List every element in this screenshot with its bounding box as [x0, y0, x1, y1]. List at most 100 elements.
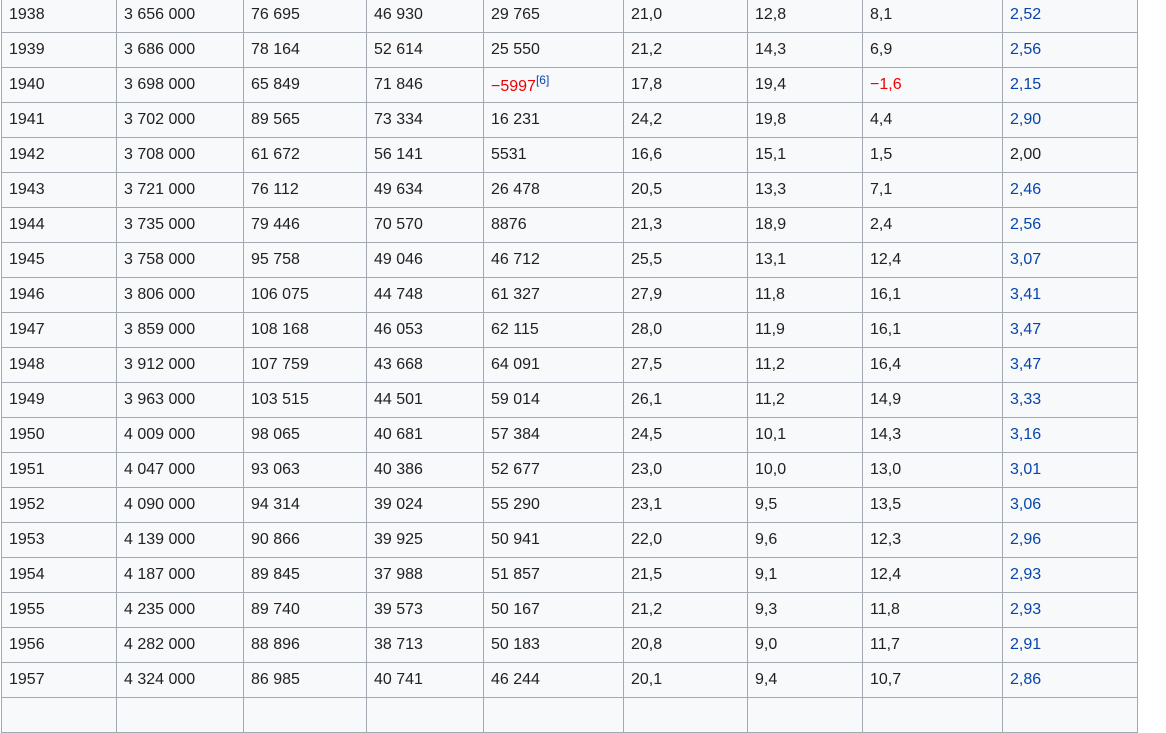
- births-cell: 98 065: [243, 417, 367, 453]
- birth-rate-cell-value: 21,2: [631, 601, 663, 618]
- fertility-rate-cell-value[interactable]: 2,15: [1010, 76, 1041, 93]
- fertility-rate-cell[interactable]: 2,91: [1002, 627, 1138, 663]
- births-cell-value: 108 168: [251, 321, 309, 338]
- fertility-rate-cell[interactable]: 3,41: [1002, 277, 1138, 313]
- population-cell-value: 3 698 000: [124, 76, 196, 93]
- death-rate-cell: 15,1: [747, 137, 863, 173]
- population-cell: 4 090 000: [116, 487, 244, 523]
- fertility-rate-cell[interactable]: 3,47: [1002, 347, 1138, 383]
- year-cell-value: 1943: [9, 181, 45, 198]
- table-row: 1955 4 235 000 89 740 39 573 50 167 21,2 9,3 11…: [1, 592, 1138, 628]
- natural-change-cell-value: 25 550: [491, 41, 540, 58]
- births-cell-value: 98 065: [251, 426, 300, 443]
- year-cell: 1939: [1, 32, 117, 68]
- table-row: 1950 4 009 000 98 065 40 681 57 384 24,5 10,1 1…: [1, 417, 1138, 453]
- fertility-rate-cell[interactable]: 3,33: [1002, 382, 1138, 418]
- death-rate-cell: 12,8: [747, 0, 863, 33]
- births-cell-value: 89 845: [251, 566, 300, 583]
- fertility-rate-cell-value[interactable]: 3,41: [1010, 286, 1041, 303]
- death-rate-cell-value: 14,3: [755, 41, 787, 58]
- fertility-rate-cell-value[interactable]: 2,46: [1010, 181, 1041, 198]
- death-rate-cell-value: 13,1: [755, 251, 787, 268]
- deaths-cell: 46 053: [366, 312, 484, 348]
- deaths-cell-value: 40 741: [374, 671, 423, 688]
- fertility-rate-cell[interactable]: 3,06: [1002, 487, 1138, 523]
- reference-link[interactable]: [6]: [536, 73, 549, 87]
- table-row: 1948 3 912 000 107 759 43 668 64 091 27,5 11,2…: [1, 347, 1138, 383]
- fertility-rate-cell[interactable]: 2,15: [1002, 67, 1138, 103]
- deaths-cell-value: 40 681: [374, 426, 423, 443]
- fertility-rate-cell-value[interactable]: 3,47: [1010, 321, 1041, 338]
- fertility-rate-cell[interactable]: 3,01: [1002, 452, 1138, 488]
- fertility-rate-cell[interactable]: 2,46: [1002, 172, 1138, 208]
- population-cell-value: 3 686 000: [124, 41, 196, 58]
- fertility-rate-cell-value[interactable]: 3,47: [1010, 356, 1041, 373]
- fertility-rate-cell-value[interactable]: 2,56: [1010, 41, 1041, 58]
- fertility-rate-cell-value[interactable]: 2,91: [1010, 636, 1041, 653]
- fertility-rate-cell-value: 2,00: [1010, 146, 1042, 163]
- births-cell-value: 89 740: [251, 601, 300, 618]
- natural-change-cell-value: 46 244: [491, 671, 540, 688]
- fertility-rate-cell-value[interactable]: 2,96: [1010, 531, 1041, 548]
- death-rate-cell-value: 11,8: [755, 286, 785, 303]
- death-rate-cell: 10,1: [747, 417, 863, 453]
- fertility-rate-cell-value[interactable]: 3,33: [1010, 391, 1041, 408]
- year-cell: 1943: [1, 172, 117, 208]
- population-cell-value: 4 139 000: [124, 531, 196, 548]
- fertility-rate-cell-value[interactable]: 2,93: [1010, 566, 1041, 583]
- births-cell-value: 88 896: [251, 636, 300, 653]
- births-cell: 76 112: [243, 172, 367, 208]
- fertility-rate-cell[interactable]: 2,96: [1002, 522, 1138, 558]
- natural-change-rate-cell-value: 16,4: [870, 356, 902, 373]
- births-cell: 76 695: [243, 0, 367, 33]
- natural-change-cell: 26 478: [483, 172, 624, 208]
- fertility-rate-cell[interactable]: 2,93: [1002, 557, 1138, 593]
- fertility-rate-cell[interactable]: 2,52: [1002, 0, 1138, 33]
- death-rate-cell: 10,0: [747, 452, 863, 488]
- fertility-rate-cell[interactable]: 2,56: [1002, 207, 1138, 243]
- births-cell-value: 107 759: [251, 356, 309, 373]
- natural-change-rate-cell-value: 16,1: [870, 321, 902, 338]
- deaths-cell: 43 668: [366, 347, 484, 383]
- natural-change-rate-cell: 7,1: [862, 172, 1003, 208]
- death-rate-cell-value: 18,9: [755, 216, 787, 233]
- fertility-rate-cell-value[interactable]: 3,01: [1010, 461, 1041, 478]
- fertility-rate-cell[interactable]: 2,56: [1002, 32, 1138, 68]
- fertility-rate-cell[interactable]: 2,86: [1002, 662, 1138, 698]
- natural-change-cell-value: 50 941: [491, 531, 540, 548]
- fertility-rate-cell-value[interactable]: 2,52: [1010, 6, 1041, 23]
- births-cell-value: 61 672: [251, 146, 300, 163]
- natural-change-cell: 16 231: [483, 102, 624, 138]
- fertility-rate-cell-value[interactable]: 3,07: [1010, 251, 1041, 268]
- year-cell-value: 1953: [9, 531, 45, 548]
- fertility-rate-cell-value[interactable]: 3,06: [1010, 496, 1041, 513]
- fertility-rate-cell[interactable]: 2,90: [1002, 102, 1138, 138]
- population-cell-value: 4 324 000: [124, 671, 196, 688]
- table-row: 1941 3 702 000 89 565 73 334 16 231 24,2 19,8 4…: [1, 102, 1138, 138]
- births-cell-value: 86 985: [251, 671, 300, 688]
- year-cell-value: 1950: [9, 426, 45, 443]
- fertility-rate-cell-value[interactable]: 2,56: [1010, 216, 1041, 233]
- natural-change-rate-cell-value: 2,4: [870, 216, 893, 233]
- year-cell-value: 1940: [9, 76, 45, 93]
- fertility-rate-cell-value[interactable]: 2,90: [1010, 111, 1041, 128]
- fertility-rate-cell[interactable]: 2,93: [1002, 592, 1138, 628]
- natural-change-cell-value: 29 765: [491, 6, 540, 23]
- natural-change-cell: 50 167: [483, 592, 624, 628]
- natural-change-rate-cell: −1,6: [862, 67, 1003, 103]
- year-cell-value: 1956: [9, 636, 45, 653]
- natural-change-cell-value: 46 712: [491, 251, 540, 268]
- natural-change-cell: 59 014: [483, 382, 624, 418]
- fertility-rate-cell-value[interactable]: 3,16: [1010, 426, 1041, 443]
- fertility-rate-cell-value[interactable]: 2,86: [1010, 671, 1041, 688]
- population-cell-value: 3 702 000: [124, 111, 196, 128]
- year-cell: 1941: [1, 102, 117, 138]
- natural-change-rate-cell-value: 1,5: [870, 146, 893, 163]
- fertility-rate-cell[interactable]: 3,07: [1002, 242, 1138, 278]
- fertility-rate-cell[interactable]: 3,47: [1002, 312, 1138, 348]
- fertility-rate-cell-value[interactable]: 2,93: [1010, 601, 1041, 618]
- fertility-rate-cell[interactable]: 3,16: [1002, 417, 1138, 453]
- births-cell-value: 103 515: [251, 391, 309, 408]
- natural-change-cell: 46 244: [483, 662, 624, 698]
- table-row: 1942 3 708 000 61 672 56 141 5531 16,6 15,1 1,5…: [1, 137, 1138, 173]
